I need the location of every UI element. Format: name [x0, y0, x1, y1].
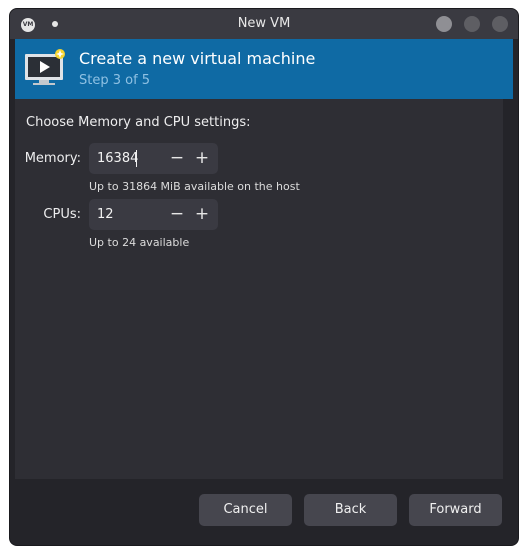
- back-button[interactable]: Back: [304, 494, 397, 526]
- wizard-title: Create a new virtual machine: [79, 49, 316, 68]
- forward-button[interactable]: Forward: [409, 494, 502, 526]
- wizard-header: Create a new virtual machine Step 3 of 5: [15, 39, 513, 99]
- wizard-content: Choose Memory and CPU settings: Memory: …: [15, 99, 503, 479]
- memory-label: Memory:: [24, 151, 81, 166]
- cpus-value[interactable]: 12: [97, 199, 114, 230]
- cpus-label: CPUs:: [43, 207, 81, 222]
- memory-decrement-button[interactable]: −: [166, 147, 188, 170]
- maximize-button[interactable]: [464, 16, 480, 32]
- new-vm-window: VM New VM Create a new virtual machine S…: [10, 9, 518, 545]
- cpus-spinbox[interactable]: 12 − +: [89, 199, 218, 230]
- cpus-decrement-button[interactable]: −: [166, 203, 188, 226]
- text-caret: [136, 150, 137, 167]
- close-button[interactable]: [492, 16, 508, 32]
- title-bar[interactable]: VM New VM: [10, 9, 518, 39]
- section-label: Choose Memory and CPU settings:: [26, 115, 251, 130]
- cpus-increment-button[interactable]: +: [191, 203, 213, 226]
- wizard-step: Step 3 of 5: [79, 73, 151, 88]
- minimize-button[interactable]: [436, 16, 452, 32]
- memory-spinbox[interactable]: 16384 − +: [89, 143, 218, 174]
- memory-hint: Up to 31864 MiB available on the host: [89, 180, 300, 193]
- cancel-button[interactable]: Cancel: [199, 494, 292, 526]
- vm-screen-new-icon: [25, 49, 65, 85]
- cpus-hint: Up to 24 available: [89, 236, 190, 249]
- memory-increment-button[interactable]: +: [191, 147, 213, 170]
- memory-value[interactable]: 16384: [97, 143, 138, 174]
